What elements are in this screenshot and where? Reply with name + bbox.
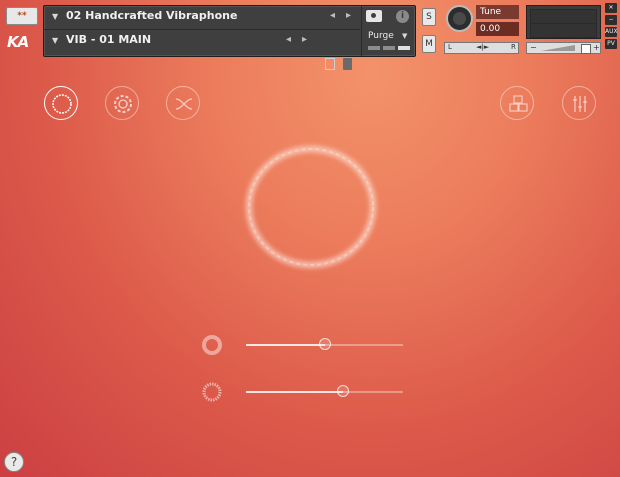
crossfade-icon[interactable] (166, 86, 200, 120)
volume-handle[interactable] (581, 44, 591, 54)
volume-minus-label: − (530, 43, 537, 52)
pan-slider[interactable]: L ◄|► R (444, 42, 519, 54)
tune-label: Tune (476, 5, 519, 19)
instrument-dropdown-icon[interactable]: ▼ (52, 12, 58, 21)
ring-visualizer (245, 145, 377, 269)
help-button[interactable]: ? (4, 452, 24, 472)
close-instrument-button[interactable]: ✕ (605, 3, 617, 13)
meter-left-channel (530, 9, 597, 24)
next-snapshot-icon[interactable]: ▸ (302, 34, 307, 45)
save-snapshot-icon[interactable] (325, 58, 335, 70)
mute-button[interactable]: M (422, 35, 436, 53)
pv-button[interactable]: PV (605, 39, 617, 49)
snapshot-dropdown-icon[interactable]: ▼ (52, 36, 58, 45)
purge-dropdown-icon[interactable]: ▼ (402, 32, 407, 40)
minimize-instrument-button[interactable]: − (605, 15, 617, 25)
noise-amount-track[interactable] (246, 385, 403, 397)
noise-amount-thumb[interactable] (337, 385, 349, 397)
ring-amount-fill (246, 344, 325, 346)
memory-meter-cell (398, 46, 410, 50)
ring-soft-icon (202, 335, 222, 355)
gear-icon[interactable] (105, 86, 139, 120)
pan-left-label: L (448, 43, 452, 51)
aux-button[interactable]: AUX (605, 27, 618, 37)
noise-amount-fill (246, 391, 343, 393)
prev-snapshot-icon[interactable]: ◂ (286, 34, 291, 45)
ring-amount-track[interactable] (246, 338, 403, 350)
prev-instrument-icon[interactable]: ◂ (330, 10, 335, 21)
mixer-icon[interactable] (562, 86, 596, 120)
instrument-header: ** KA ▼ 02 Handcrafted Vibraphone ◂ ▸ ▼ … (0, 0, 620, 70)
snapshot-row: ▼ VIB - 01 MAIN ◂ ▸ (44, 30, 360, 70)
brand-logo: KA (7, 33, 29, 51)
next-instrument-icon[interactable]: ▸ (346, 10, 351, 21)
output-meter (526, 5, 601, 39)
snapshot-name[interactable]: VIB - 01 MAIN (66, 33, 151, 46)
camera-icon[interactable] (366, 10, 382, 22)
ring-noise-icon (202, 382, 222, 402)
volume-ramp (541, 45, 575, 51)
pan-right-label: R (511, 43, 516, 51)
ring-tab-icon[interactable] (44, 86, 78, 120)
memory-meter-cell (368, 46, 380, 50)
tune-value[interactable]: 0.00 (476, 22, 519, 36)
instrument-header-panel: ▼ 02 Handcrafted Vibraphone ◂ ▸ ▼ VIB - … (43, 5, 416, 70)
memory-meter-cell (383, 46, 395, 50)
meter-right-channel (530, 23, 597, 38)
pan-center-handle[interactable]: ◄|► (476, 43, 489, 51)
instrument-name[interactable]: 02 Handcrafted Vibraphone (66, 9, 237, 22)
cubes-icon[interactable] (500, 86, 534, 120)
solo-button[interactable]: S (422, 8, 436, 26)
info-icon[interactable]: i (396, 10, 409, 23)
ring-amount-thumb[interactable] (319, 338, 331, 350)
purge-label[interactable]: Purge (368, 31, 394, 41)
volume-plus-label: + (593, 43, 600, 52)
kontakt-window: { "header": { "logo_btn": "**", "brand":… (0, 0, 620, 477)
kontakt-menu-button[interactable]: ** (6, 7, 38, 25)
noise-amount-slider-row (200, 380, 410, 406)
tune-knob[interactable] (446, 5, 473, 32)
volume-slider[interactable]: − + (526, 42, 601, 54)
ring-amount-slider-row (200, 333, 410, 359)
delete-snapshot-icon[interactable] (343, 58, 352, 70)
instrument-row: ▼ 02 Handcrafted Vibraphone ◂ ▸ (44, 6, 360, 30)
header-divider (361, 6, 362, 56)
